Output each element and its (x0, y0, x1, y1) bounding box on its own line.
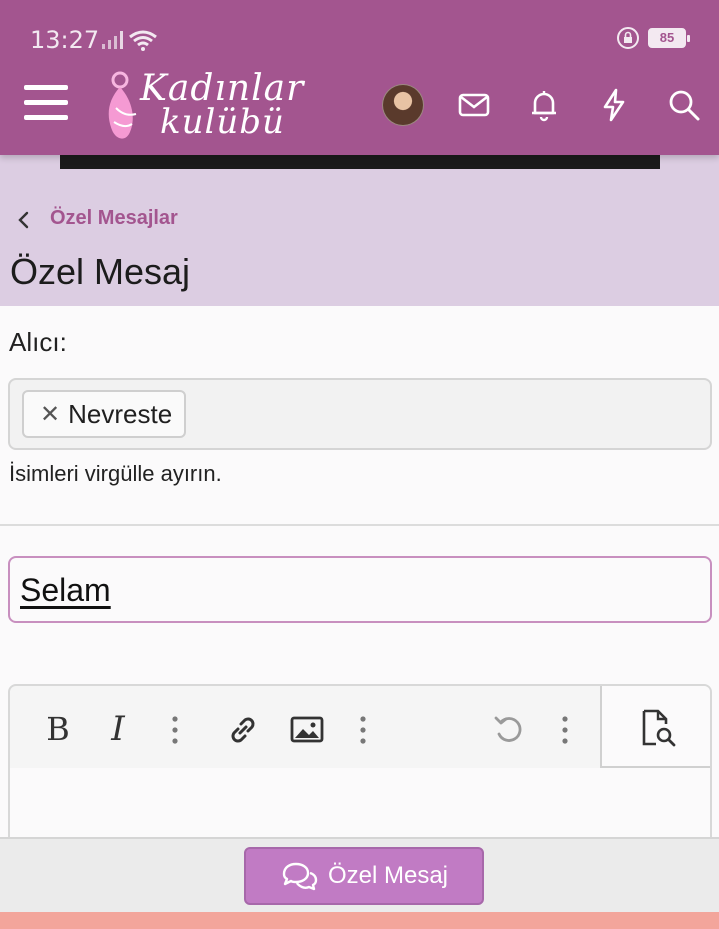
recipient-token-label: Nevreste (68, 398, 173, 429)
send-message-label: Özel Mesaj (327, 862, 449, 889)
subject-input[interactable]: Selam (8, 556, 712, 623)
bold-button[interactable]: B (38, 710, 78, 748)
battery-indicator: 85 (648, 28, 690, 48)
recipient-token[interactable]: ✕ Nevreste (22, 390, 187, 438)
search-icon[interactable] (667, 88, 701, 122)
chat-bubbles-icon (282, 862, 318, 891)
breadcrumb[interactable]: Özel Mesajlar (50, 207, 178, 230)
rotation-lock-icon (617, 27, 639, 49)
status-bar: 13:27 85 (0, 0, 719, 68)
more-vertical-icon[interactable] (557, 714, 573, 746)
link-icon[interactable] (225, 712, 261, 748)
send-message-button[interactable]: Özel Mesaj (244, 847, 484, 905)
message-editor[interactable]: B I (8, 684, 712, 854)
logo-text-line2: kulübü (160, 102, 285, 142)
page-title: Özel Mesaj (10, 251, 191, 292)
status-time: 13:27 (30, 26, 100, 54)
bell-icon[interactable] (527, 88, 561, 122)
site-logo[interactable]: Kadınlar kulübü (102, 66, 303, 144)
more-vertical-icon[interactable] (355, 714, 371, 746)
divider (0, 524, 719, 526)
preview-icon (642, 709, 676, 747)
signal-wifi-icon (102, 30, 157, 51)
recipient-label: Alıcı: (9, 327, 67, 357)
menu-icon[interactable] (24, 85, 68, 125)
chevron-left-icon[interactable] (14, 208, 34, 232)
recipient-hint: İsimleri virgülle ayırın. (9, 461, 222, 486)
recipient-input[interactable]: ✕ Nevreste (8, 378, 712, 450)
undo-icon[interactable] (491, 712, 527, 748)
close-icon[interactable]: ✕ (40, 400, 60, 429)
mail-icon[interactable] (457, 88, 491, 122)
lightning-icon[interactable] (597, 88, 631, 122)
more-vertical-icon[interactable] (167, 714, 183, 746)
preview-toggle[interactable] (602, 686, 710, 768)
avatar[interactable] (382, 84, 424, 126)
image-icon[interactable] (289, 714, 325, 746)
subject-value: Selam (20, 572, 111, 608)
app-header: 13:27 85 Kadınlar kulübü (0, 0, 719, 155)
form-footer: Özel Mesaj (0, 837, 719, 912)
bottom-ad-strip (0, 912, 719, 929)
italic-button[interactable]: I (98, 709, 138, 749)
